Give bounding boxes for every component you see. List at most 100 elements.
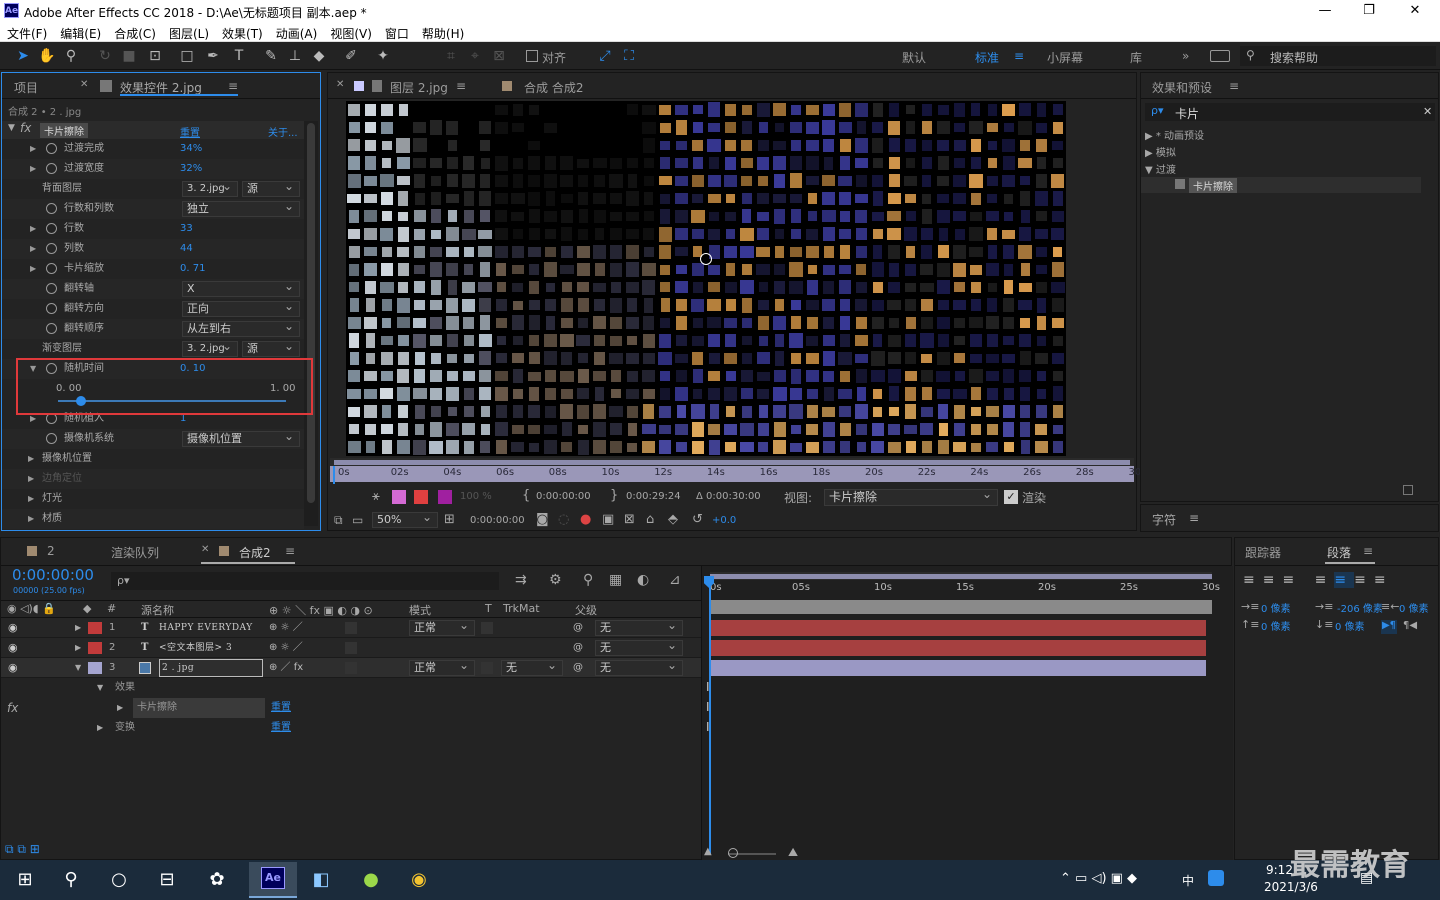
- view-select[interactable]: 卡片擦除: [824, 487, 998, 506]
- clone-stamp-tool-icon[interactable]: ⊥: [286, 47, 304, 65]
- zoom-slider-thumb[interactable]: [728, 848, 738, 858]
- property-select[interactable]: 从左到右: [182, 319, 300, 337]
- windows-start-icon[interactable]: ⊞: [10, 865, 40, 895]
- axis-view-icon[interactable]: ⊠: [490, 47, 508, 65]
- reset-link[interactable]: 重置: [271, 698, 291, 718]
- property-value[interactable]: 0. 71: [180, 259, 205, 279]
- reset-link[interactable]: 重置: [180, 124, 200, 139]
- effect-property-row[interactable]: ▶ 过渡完成 34%: [2, 139, 304, 159]
- render-checkbox[interactable]: ✓: [1004, 490, 1018, 504]
- selection-tool-icon[interactable]: ➤: [14, 47, 32, 65]
- menu-help[interactable]: 帮助(H): [415, 22, 470, 42]
- menu-view[interactable]: 视图(V): [323, 22, 378, 42]
- reset-link[interactable]: 重置: [271, 718, 291, 738]
- menu-animation[interactable]: 动画(A): [269, 22, 324, 42]
- 3d-view-icon[interactable]: ⌂: [646, 512, 654, 527]
- about-link[interactable]: 关于...: [268, 124, 298, 139]
- property-triangle-icon[interactable]: ▶: [117, 698, 123, 718]
- tree-item-card-wipe[interactable]: 卡片擦除: [1141, 177, 1421, 193]
- navigator-range[interactable]: [710, 574, 1212, 579]
- effect-header-row[interactable]: ▼ fx 卡片擦除 重置 关于...: [2, 121, 304, 139]
- resolution-icon[interactable]: ⊞: [444, 512, 455, 527]
- trkmat-column[interactable]: TrkMat: [503, 602, 540, 615]
- snap-grid-icon[interactable]: ⛶: [620, 47, 638, 65]
- composition-preview-card-wipe[interactable]: [346, 101, 1066, 456]
- align-buttons-icon[interactable]: ≡≡≡ ≡≡≡≡: [1243, 572, 1394, 588]
- parent-pickwhip-icon[interactable]: @: [573, 618, 583, 638]
- menu-window[interactable]: 窗口: [378, 22, 415, 42]
- effect-property-row[interactable]: 翻转顺序 从左到右: [2, 319, 304, 339]
- stopwatch-icon[interactable]: [46, 303, 57, 314]
- collapsed-triangle-icon[interactable]: ▶: [30, 139, 36, 159]
- property-label[interactable]: 卡片擦除: [133, 698, 265, 718]
- channel-icon[interactable]: [392, 490, 406, 504]
- scrollbar-thumb[interactable]: [307, 123, 315, 503]
- draft-3d-icon[interactable]: ⚙: [549, 572, 562, 588]
- effect-property-row[interactable]: 翻转轴 X: [2, 279, 304, 299]
- layer-row[interactable]: ◉ ▶ 1 T HAPPY EVERYDAY ⊕ ☼ ／ 正常 @ 无: [1, 618, 701, 638]
- viewer-playhead[interactable]: [333, 466, 335, 484]
- work-area-bar[interactable]: [710, 600, 1212, 614]
- mode-column[interactable]: 模式: [409, 602, 431, 618]
- timeline-ruler[interactable]: 0s 05s 10s 15s 20s 25s 30s: [710, 580, 1220, 596]
- puppet-pin-tool-icon[interactable]: ✦: [374, 47, 392, 65]
- effect-property-row[interactable]: 行数和列数 独立: [2, 199, 304, 219]
- indent-right-value[interactable]: 0 像素: [1399, 600, 1429, 615]
- rotate-tool-icon[interactable]: ↻: [96, 47, 114, 65]
- in-time[interactable]: 0:00:00:00: [536, 491, 591, 502]
- panel-menu-icon[interactable]: ≡: [1189, 511, 1199, 525]
- set-in-icon[interactable]: {: [522, 488, 530, 503]
- snap-checkbox[interactable]: [526, 50, 538, 62]
- show-snapshot-icon[interactable]: ◌: [558, 512, 569, 527]
- close-tab-icon[interactable]: ✕: [336, 79, 344, 90]
- camera-tool-icon[interactable]: ■: [120, 47, 138, 65]
- effect-property-row[interactable]: 翻转方向 正向: [2, 299, 304, 319]
- property-value[interactable]: 33: [180, 219, 193, 239]
- layer-property-row[interactable]: ▶ fx 卡片擦除 重置: [1, 698, 701, 718]
- brush-tool-icon[interactable]: ✎: [262, 47, 280, 65]
- workspace-library[interactable]: 库: [1130, 49, 1142, 66]
- monitor-icon[interactable]: ▭: [352, 513, 363, 527]
- system-tray-icons[interactable]: ⌃ ▭ ◁) ▣ ◆: [1060, 871, 1137, 886]
- axis-world-icon[interactable]: ⌖: [466, 47, 484, 65]
- close-button[interactable]: ✕: [1400, 2, 1430, 20]
- layer-duration-bar[interactable]: [710, 620, 1206, 636]
- rectangle-tool-icon[interactable]: □: [178, 47, 196, 65]
- expand-triangle-icon[interactable]: ▼: [8, 123, 15, 133]
- layer-search-input[interactable]: ρ▾: [111, 572, 499, 590]
- cortana-icon[interactable]: ○: [104, 865, 134, 895]
- maximize-button[interactable]: ❐: [1354, 2, 1384, 20]
- panel-menu-icon[interactable]: ≡: [285, 544, 295, 558]
- current-timecode[interactable]: 0:00:00:00: [470, 515, 525, 526]
- tab-project[interactable]: 项目: [14, 79, 38, 96]
- property-value[interactable]: 44: [180, 239, 193, 259]
- tab-comp-active[interactable]: 合成2: [239, 544, 271, 561]
- file-manager-icon[interactable]: ◧: [306, 865, 336, 895]
- preserve-transparency-box[interactable]: [481, 662, 493, 674]
- stopwatch-icon[interactable]: [46, 163, 57, 174]
- motion-blur-icon[interactable]: ◐: [637, 572, 649, 588]
- property-select[interactable]: 摄像机位置: [182, 429, 300, 447]
- menu-file[interactable]: 文件(F): [0, 22, 53, 42]
- fast-preview-icon[interactable]: ⬘: [668, 512, 678, 527]
- transparency-icon[interactable]: ⚹: [372, 489, 380, 504]
- tab-comp-viewer[interactable]: 合成 合成2: [524, 79, 583, 96]
- layer-name[interactable]: HAPPY EVERYDAY: [159, 618, 253, 638]
- space-before-value[interactable]: 0 像素: [1261, 618, 1291, 633]
- indent-first-value[interactable]: -206 像素: [1337, 600, 1383, 615]
- effects-presets-title[interactable]: 效果和预设: [1152, 79, 1212, 96]
- task-view-icon[interactable]: ⊟: [152, 865, 182, 895]
- parent-column[interactable]: 父级: [575, 602, 597, 618]
- stopwatch-icon[interactable]: [46, 433, 57, 444]
- tree-item-animation-presets[interactable]: ▶ * 动画预设: [1145, 127, 1204, 142]
- fx-icon[interactable]: fx: [7, 698, 18, 718]
- collapsed-triangle-icon[interactable]: ▶: [30, 219, 36, 239]
- panel-menu-icon[interactable]: ≡: [1363, 544, 1373, 558]
- property-select[interactable]: 独立: [182, 199, 300, 217]
- collapsed-triangle-icon[interactable]: ▶: [28, 489, 34, 509]
- pan-behind-tool-icon[interactable]: ⊡: [146, 47, 164, 65]
- zoom-tool-icon[interactable]: ⚲: [62, 47, 80, 65]
- hand-tool-icon[interactable]: ✋: [38, 47, 56, 65]
- layer-mode-select[interactable]: 正常: [409, 658, 475, 676]
- layer-label-color[interactable]: [88, 662, 102, 674]
